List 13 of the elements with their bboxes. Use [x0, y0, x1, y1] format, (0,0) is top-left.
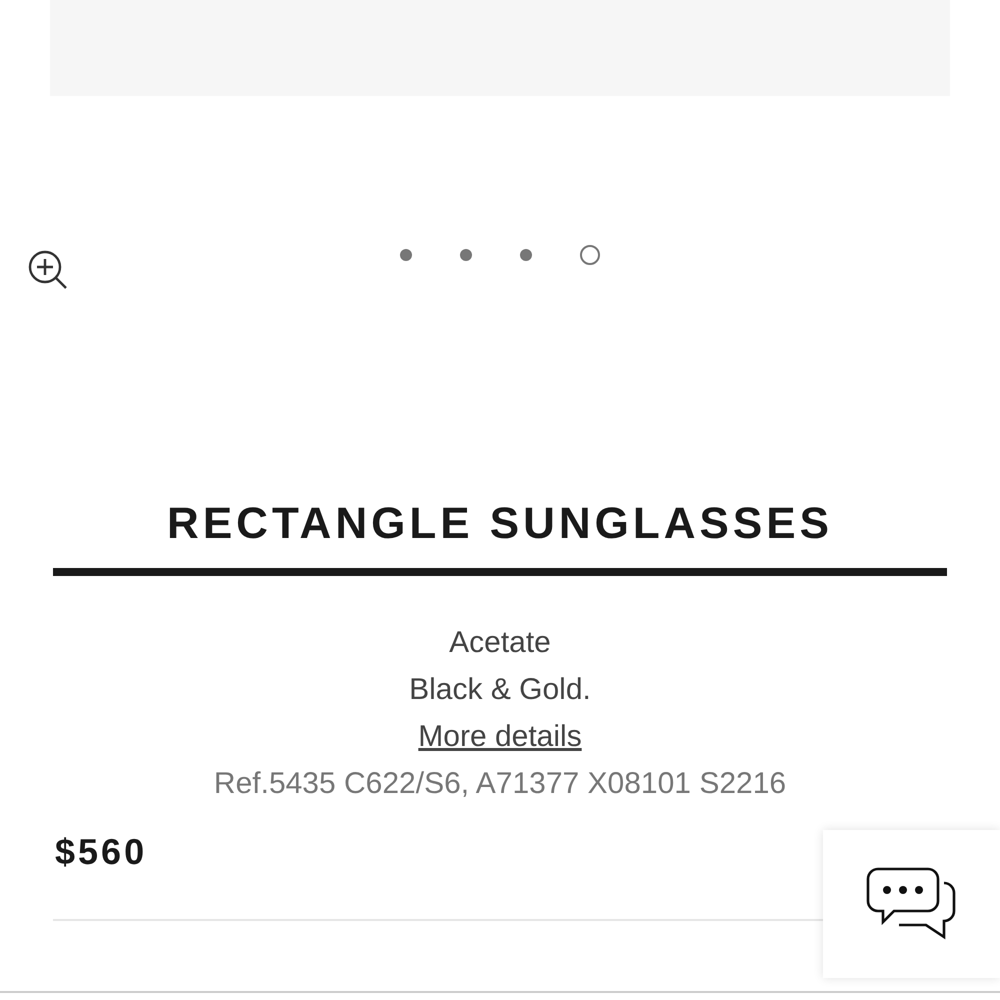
slide-dot[interactable]	[460, 249, 472, 261]
zoom-in-icon[interactable]	[28, 250, 68, 290]
more-details-link[interactable]: More details	[418, 713, 582, 760]
color-text: Black & Gold.	[409, 672, 591, 708]
price: $560	[55, 831, 148, 873]
slide-dot[interactable]	[520, 249, 532, 261]
current-slide-dot[interactable]	[580, 245, 600, 265]
reference-text: Ref.5435 C622/S6, A71377 X08101 S2216	[214, 766, 786, 802]
chat-widget[interactable]	[823, 830, 1000, 978]
product-title: RECTANGLE SUNGLASSES	[166, 498, 834, 550]
slide-dot[interactable]	[400, 249, 412, 261]
chat-icon	[866, 867, 958, 941]
material-text: Acetate	[449, 625, 551, 661]
